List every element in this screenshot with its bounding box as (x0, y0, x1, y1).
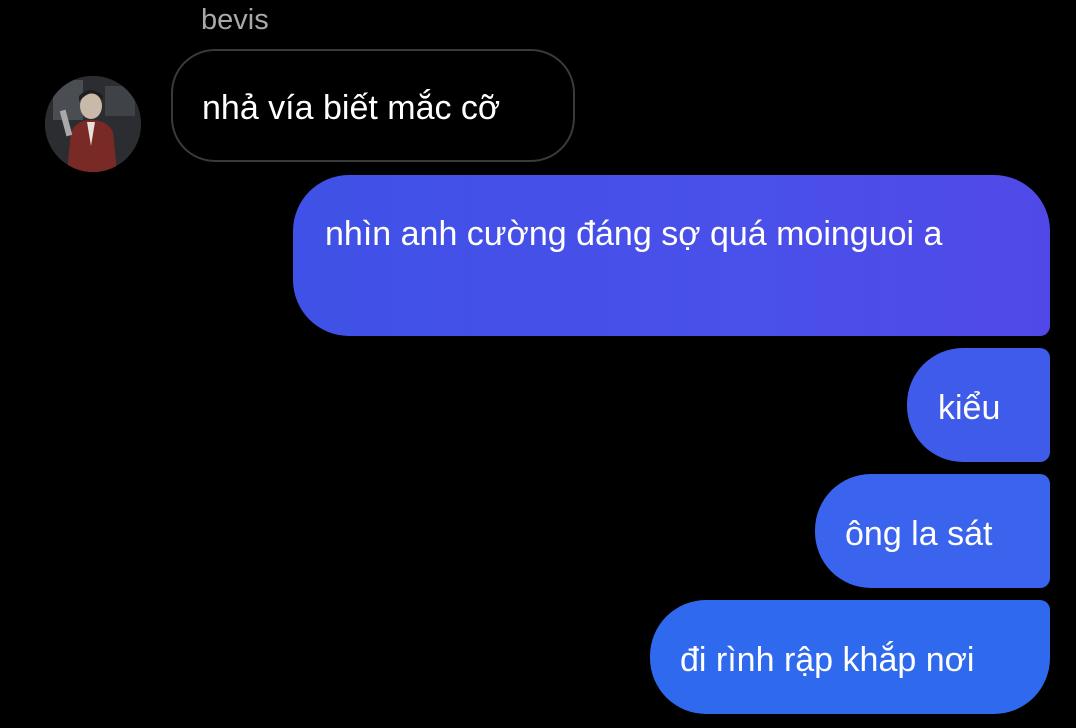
message-bubble-sent[interactable]: kiểu (907, 348, 1050, 462)
sender-name: bevis (201, 4, 269, 36)
avatar[interactable] (45, 76, 141, 172)
message-bubble-sent[interactable]: ông la sát (815, 474, 1050, 588)
message-bubble-sent[interactable]: nhìn anh cường đáng sợ quá moinguoi a (293, 175, 1050, 336)
message-bubble-received[interactable]: nhả vía biết mắc cỡ (171, 49, 575, 162)
message-bubble-sent[interactable]: đi rình rập khắp nơi (650, 600, 1050, 714)
avatar-photo-icon (45, 76, 141, 172)
